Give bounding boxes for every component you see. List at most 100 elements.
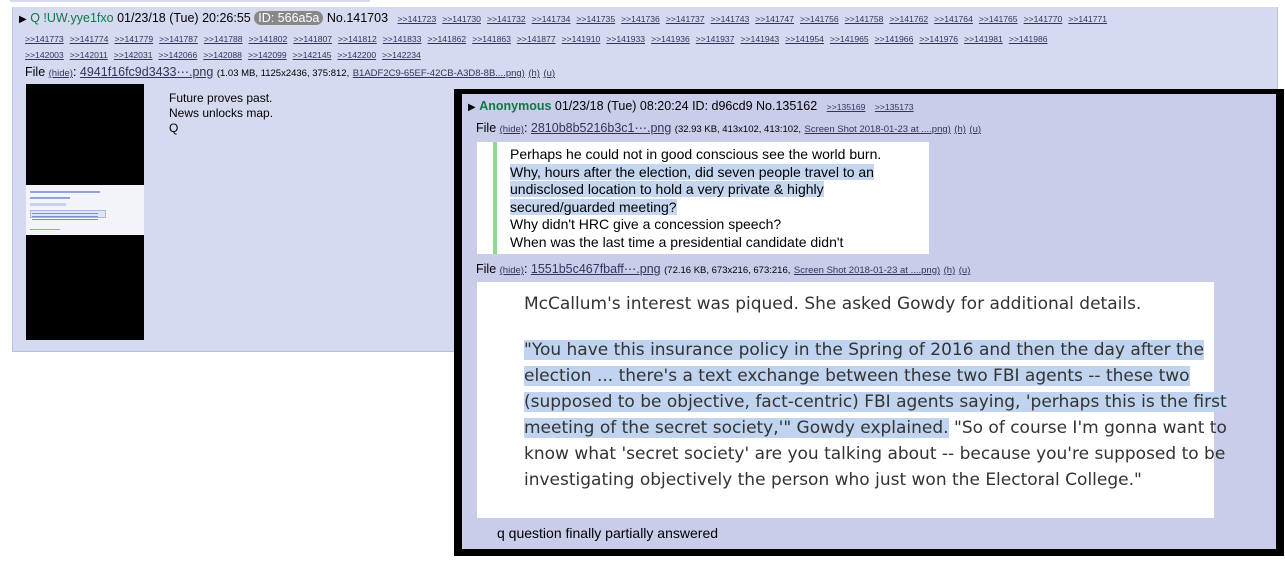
file2-image[interactable]: McCallum's interest was piqued. She aske… (477, 282, 1227, 518)
quotelink[interactable]: >>141910 (562, 34, 601, 44)
quotelink[interactable]: >>142145 (293, 50, 332, 60)
message-line: Q (169, 121, 179, 135)
quotelink[interactable]: >>141756 (800, 14, 839, 24)
file-h-link[interactable]: (h) (944, 265, 956, 276)
quotelink[interactable]: >>141943 (741, 34, 780, 44)
file-original-name[interactable]: B1ADF2C9-65EF-42CB-A3D8-8B....png) (353, 68, 525, 79)
quotelink[interactable]: >>141773 (25, 34, 64, 44)
quotelink[interactable]: >>142011 (70, 50, 108, 60)
quotelink[interactable]: >>141774 (70, 34, 109, 44)
quotelink[interactable]: >>141812 (338, 34, 377, 44)
quotelink[interactable]: >>141758 (845, 14, 884, 24)
file1-image[interactable]: Perhaps he could not in good conscious s… (477, 142, 929, 254)
quotelink[interactable]: >>141877 (517, 34, 556, 44)
post-number[interactable]: No.141703 (327, 11, 388, 25)
quotelink[interactable]: >>141807 (293, 34, 332, 44)
quotelink[interactable]: >>142003 (25, 50, 64, 60)
image1-line: Why didn't HRC give a concession speech? (510, 216, 782, 232)
image2-line: know what 'secret society' are you talki… (524, 444, 1226, 464)
post-datetime: 01/23/18 (Tue) 20:26:55 (117, 11, 251, 25)
quotelinks-row-3: >>142003 >>142011 >>142031 >>142066 >>142088… (25, 47, 427, 61)
quotelink[interactable]: >>141765 (979, 14, 1018, 24)
file-h-link[interactable]: (h) (528, 68, 540, 79)
quotelink[interactable]: >>141762 (889, 14, 928, 24)
file-original-name[interactable]: Screen Shot 2018-01-23 at ....png) (794, 265, 940, 276)
hide-file-link[interactable]: (hide) (49, 68, 73, 79)
image2-line: investigating objectively the person who… (524, 470, 1142, 490)
post-number[interactable]: No.135162 (756, 99, 817, 113)
file-meta: (1.03 MB, 1125x2436, 375:812, (216, 68, 350, 79)
file-info: File (hide): 4941f16fc9d3433⋯.png (1.03 … (25, 65, 556, 79)
quotelink[interactable]: >>141802 (249, 34, 288, 44)
quotelink[interactable]: >>141735 (576, 14, 615, 24)
poster-id-badge[interactable]: ID: 566a5a (254, 11, 324, 25)
quotelink[interactable]: >>142200 (337, 50, 376, 60)
file-u-link[interactable]: (u) (969, 124, 981, 135)
quotelink[interactable]: >>141736 (621, 14, 660, 24)
quotelink[interactable]: >>142031 (114, 50, 153, 60)
file-name-link[interactable]: 1551b5c467fbaff⋯.png (531, 262, 661, 276)
post-header: ▶ Q !UW.yye1fxo 01/23/18 (Tue) 20:26:55 … (19, 11, 1107, 25)
quotelink[interactable]: >>141743 (711, 14, 750, 24)
quotelink[interactable]: >>141788 (204, 34, 243, 44)
quotelink[interactable]: >>141933 (606, 34, 645, 44)
quotelink[interactable]: >>141981 (964, 34, 1003, 44)
quoted-post: ▶ Anonymous 01/23/18 (Tue) 08:20:24 ID: … (462, 94, 1276, 549)
quotelink[interactable]: >>141833 (383, 34, 422, 44)
image1-text: Perhaps he could not in good conscious s… (510, 146, 881, 251)
image2-quote-line: election ... there's a text exchange bet… (524, 366, 1190, 386)
quotelink[interactable]: >>141936 (651, 34, 690, 44)
quotelink[interactable]: >>141747 (755, 14, 794, 24)
quotelink[interactable]: >>141770 (1024, 14, 1063, 24)
file-name-link[interactable]: 2810b8b5216b3c1⋯.png (531, 121, 671, 135)
quotelink[interactable]: >>141730 (442, 14, 481, 24)
reply-link[interactable]: >>135169 (827, 102, 866, 112)
file-label: File (476, 121, 497, 135)
post-datetime: 01/23/18 (Tue) 08:20:24 (554, 99, 689, 113)
quotelink[interactable]: >>141779 (114, 34, 153, 44)
quotelink[interactable]: >>141787 (159, 34, 198, 44)
file-original-name[interactable]: Screen Shot 2018-01-23 at ....png) (805, 124, 951, 135)
quotelink[interactable]: >>141954 (785, 34, 824, 44)
post-image-thumbnail[interactable] (26, 84, 144, 340)
poster-name: Q (30, 11, 40, 25)
message-line: Future proves past. (169, 91, 273, 105)
post-menu-arrow-icon[interactable]: ▶ (468, 102, 476, 113)
reply-link[interactable]: >>135173 (875, 102, 914, 112)
file-u-link[interactable]: (u) (543, 68, 555, 79)
image1-line: Perhaps he could not in good conscious s… (510, 146, 882, 162)
hide-file-link[interactable]: (hide) (500, 124, 524, 135)
poster-name: Anonymous (479, 99, 552, 113)
quotelink[interactable]: >>141986 (1009, 34, 1048, 44)
quotelink[interactable]: >>141723 (398, 14, 437, 24)
quotelink[interactable]: >>142066 (159, 50, 198, 60)
quotelink[interactable]: >>141734 (532, 14, 571, 24)
post-menu-arrow-icon[interactable]: ▶ (19, 14, 27, 25)
image2-quote-line: (supposed to be objective, fact-centric)… (524, 392, 1227, 412)
quotelink[interactable]: >>141771 (1068, 14, 1107, 24)
poster-id[interactable]: ID: d96cd9 (692, 99, 752, 113)
quotelink[interactable]: >>141937 (696, 34, 735, 44)
quotelink[interactable]: >>141863 (472, 34, 511, 44)
quotelink[interactable]: >>141764 (934, 14, 973, 24)
quotelink[interactable]: >>142088 (203, 50, 242, 60)
quoted-post-message: q question finally partially answered (497, 525, 719, 541)
file-u-link[interactable]: (u) (959, 265, 971, 276)
quotelink[interactable]: >>141862 (427, 34, 466, 44)
quotelink[interactable]: >>141737 (666, 14, 705, 24)
hide-file-link[interactable]: (hide) (500, 265, 524, 276)
image1-line: Why, hours after the election, did seven… (510, 163, 874, 180)
quotelink[interactable]: >>141732 (487, 14, 526, 24)
quotelink[interactable]: >>142099 (248, 50, 287, 60)
file-name-link[interactable]: 4941f16fc9d3433⋯.png (80, 65, 213, 79)
quotelink[interactable]: >>142234 (382, 50, 421, 60)
file-h-link[interactable]: (h) (954, 124, 966, 135)
top-strip (10, 0, 370, 2)
quotelink[interactable]: >>141976 (919, 34, 958, 44)
quoted-post-overlay: ▶ Anonymous 01/23/18 (Tue) 08:20:24 ID: … (454, 89, 1284, 556)
image2-lead: McCallum's interest was piqued. She aske… (524, 294, 1142, 314)
quoted-post-header: ▶ Anonymous 01/23/18 (Tue) 08:20:24 ID: … (468, 99, 914, 113)
quotelink[interactable]: >>141966 (875, 34, 914, 44)
file-meta: (32.93 KB, 413x102, 413:102, (674, 124, 802, 135)
quotelink[interactable]: >>141965 (830, 34, 869, 44)
